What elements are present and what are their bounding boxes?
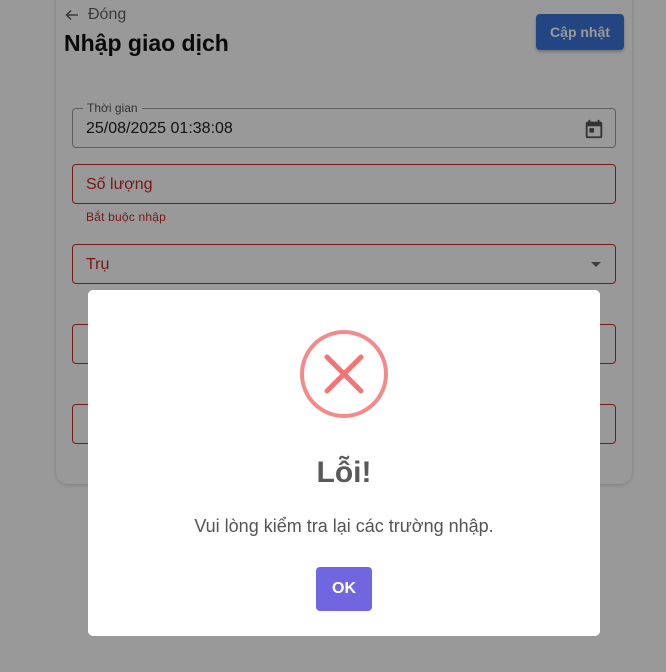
- error-dialog: Lỗi! Vui lòng kiểm tra lại các trường nh…: [88, 290, 600, 636]
- ok-button[interactable]: OK: [316, 567, 372, 611]
- dialog-title: Lỗi!: [316, 456, 372, 489]
- error-x-icon: [300, 330, 388, 418]
- page: Đóng Nhập giao dịch Cập nhật Thời gian 2…: [0, 0, 666, 672]
- dialog-message: Vui lòng kiểm tra lại các trường nhập.: [194, 516, 494, 536]
